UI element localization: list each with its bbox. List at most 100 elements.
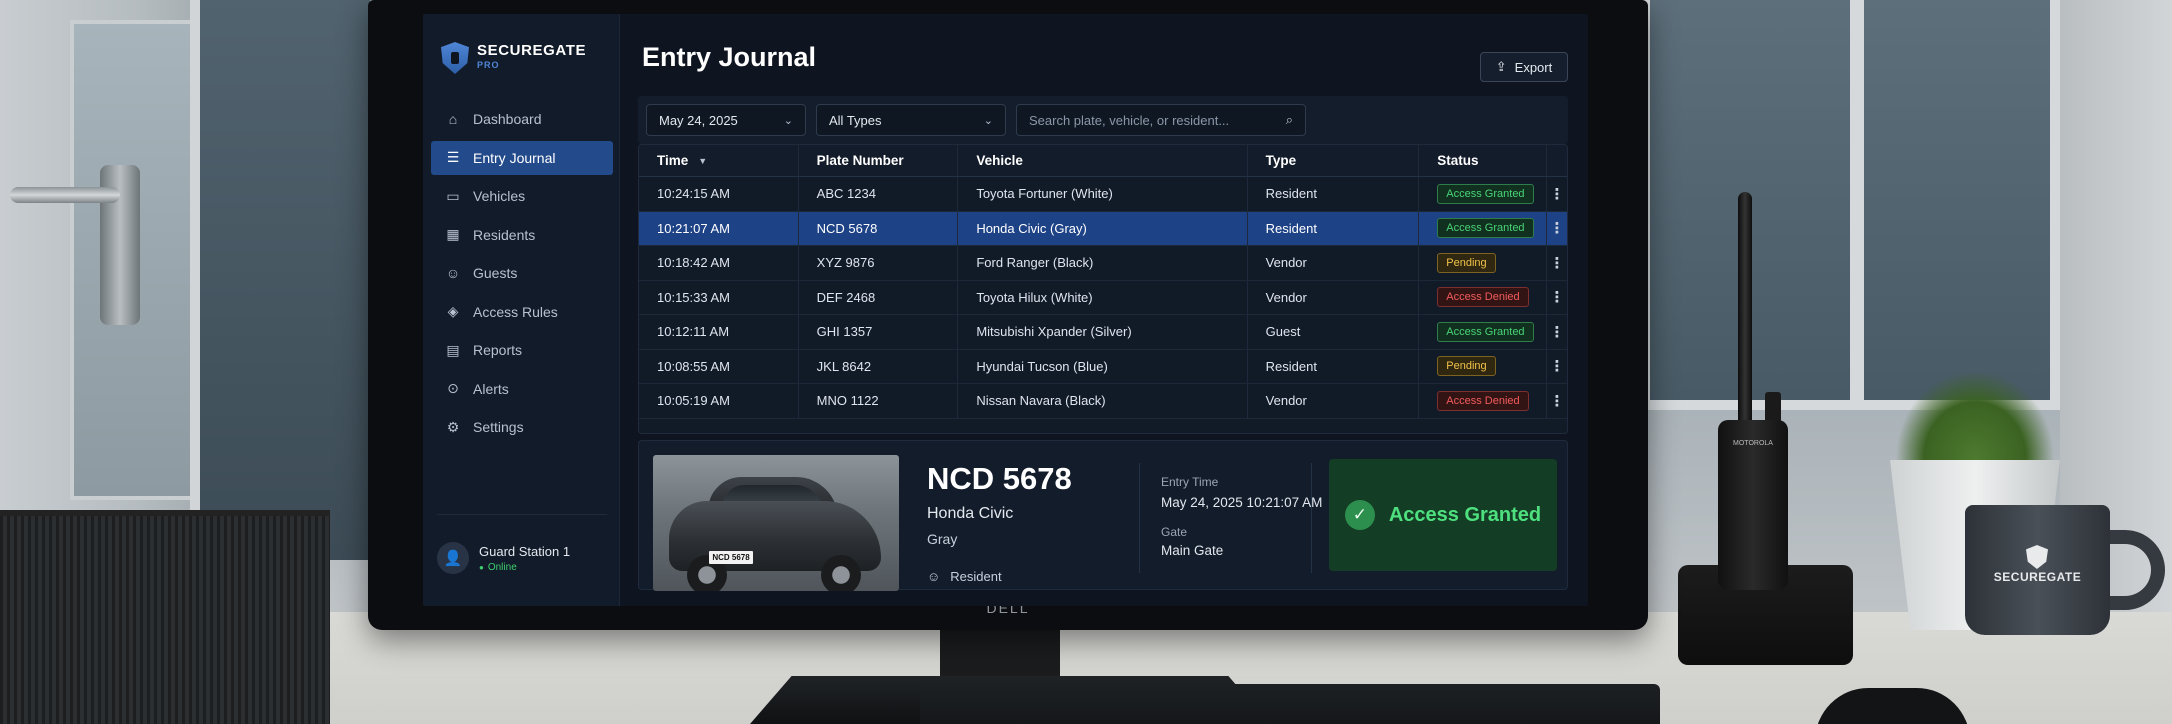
- table-row-selected[interactable]: 10:21:07 AM NCD 5678 Honda Civic (Gray) …: [639, 211, 1567, 246]
- entry-detail-panel: NCD 5678 NCD 5678 Honda Civic Gray ☺ Res…: [638, 440, 1568, 591]
- mesh-tray: [0, 510, 330, 724]
- header-time-label: Time: [657, 153, 689, 168]
- sidebar-item-access-rules[interactable]: ◈ Access Rules: [431, 295, 613, 329]
- door-handle: [10, 165, 140, 325]
- sidebar-item-alerts[interactable]: ⊙ Alerts: [431, 372, 613, 406]
- entry-time-label: Entry Time: [1161, 475, 1219, 489]
- reports-icon: ▤: [446, 341, 460, 358]
- cell-vehicle: Honda Civic (Gray): [958, 211, 1248, 245]
- header-plate[interactable]: Plate Number: [799, 145, 959, 176]
- residents-icon: ▦: [446, 226, 460, 242]
- detail-plate: NCD 5678: [927, 461, 1072, 496]
- sidebar-divider: [437, 514, 607, 515]
- row-menu[interactable]: ⋮: [1547, 315, 1567, 349]
- kebab-menu-icon: ⋮: [1549, 185, 1565, 203]
- header-type[interactable]: Type: [1248, 145, 1420, 176]
- header-vehicle[interactable]: Vehicle: [958, 145, 1248, 176]
- cell-vehicle: Nissan Navara (Black): [958, 384, 1248, 418]
- header-time[interactable]: Time ▼: [639, 145, 799, 176]
- table-row[interactable]: 10:24:15 AM ABC 1234 Toyota Fortuner (Wh…: [639, 177, 1567, 212]
- brand-subtitle: PRO: [477, 60, 500, 70]
- table-header: Time ▼ Plate Number Vehicle Type Status: [639, 145, 1567, 177]
- sidebar-nav: ⌂ Dashboard ☰ Entry Journal ▭ Vehicles ▦…: [431, 102, 613, 449]
- cell-time: 10:24:15 AM: [639, 177, 799, 211]
- row-menu[interactable]: ⋮: [1547, 177, 1567, 211]
- sidebar-item-settings[interactable]: ⚙ Settings: [431, 410, 613, 444]
- filter-bar: May 24, 2025 ⌄ All Types ⌄ Search plate,…: [638, 96, 1568, 144]
- table-row[interactable]: 10:08:55 AM JKL 8642 Hyundai Tucson (Blu…: [639, 349, 1567, 384]
- cell-type: Guest: [1248, 315, 1420, 349]
- office-scene: SECUREGATE MOTOROLA DELL SECUREGATE PRO: [0, 0, 2172, 724]
- sidebar-item-reports[interactable]: ▤ Reports: [431, 333, 613, 367]
- cell-type: Resident: [1248, 211, 1420, 245]
- gate-value: Main Gate: [1161, 543, 1224, 558]
- brand-title: SECUREGATE: [477, 42, 587, 59]
- status-badge: Pending: [1437, 252, 1496, 273]
- detail-type: ☺ Resident: [927, 569, 1002, 584]
- sidebar-item-dashboard[interactable]: ⌂ Dashboard: [431, 102, 613, 136]
- guests-icon: ☺: [445, 265, 461, 281]
- sidebar-item-label: Vehicles: [473, 188, 526, 204]
- cell-time: 10:21:07 AM: [639, 211, 799, 245]
- search-placeholder: Search plate, vehicle, or resident...: [1029, 112, 1230, 128]
- shield-icon: [441, 42, 469, 74]
- row-menu[interactable]: ⋮: [1547, 350, 1567, 384]
- header-menu: [1547, 145, 1567, 176]
- cell-plate: JKL 8642: [799, 349, 959, 383]
- type-filter[interactable]: All Types ⌄: [816, 104, 1006, 136]
- alert-icon: ⊙: [447, 380, 459, 396]
- cell-time: 10:08:55 AM: [639, 349, 799, 383]
- status-badge: Access Denied: [1437, 390, 1529, 411]
- window-right: [1640, 0, 2060, 410]
- table-row[interactable]: 10:12:11 AM GHI 1357 Mitsubishi Xpander …: [639, 315, 1567, 350]
- row-menu[interactable]: ⋮: [1547, 246, 1567, 280]
- guard-status: Online: [479, 562, 570, 573]
- sidebar-item-label: Dashboard: [473, 111, 542, 127]
- table-row[interactable]: 10:18:42 AM XYZ 9876 Ford Ranger (Black)…: [639, 246, 1567, 281]
- date-filter[interactable]: May 24, 2025 ⌄: [646, 104, 806, 136]
- cell-vehicle: Toyota Fortuner (White): [958, 177, 1248, 211]
- table-row[interactable]: 10:05:19 AM MNO 1122 Nissan Navara (Blac…: [639, 384, 1567, 419]
- table-row[interactable]: 10:15:33 AM DEF 2468 Toyota Hilux (White…: [639, 280, 1567, 315]
- detail-divider: [1311, 463, 1312, 573]
- main-content: Entry Journal ⇪ Export May 24, 2025 ⌄ Al…: [620, 14, 1588, 606]
- sidebar-item-entry-journal[interactable]: ☰ Entry Journal: [431, 140, 613, 175]
- journal-icon: ☰: [446, 149, 460, 165]
- guard-name: Guard Station 1: [479, 543, 571, 559]
- row-menu[interactable]: ⋮: [1547, 384, 1567, 418]
- sidebar-item-label: Guests: [473, 265, 518, 281]
- sidebar-item-label: Alerts: [473, 380, 509, 397]
- access-status-label: Access Granted: [1388, 503, 1542, 526]
- cell-plate: XYZ 9876: [799, 246, 959, 280]
- row-menu[interactable]: ⋮: [1547, 281, 1567, 315]
- brand-logo[interactable]: SECUREGATE PRO: [441, 42, 586, 74]
- kebab-menu-icon: ⋮: [1549, 254, 1565, 272]
- avatar: 👤: [437, 542, 469, 574]
- sidebar-item-guests[interactable]: ☺ Guests: [431, 256, 613, 290]
- header-status[interactable]: Status: [1419, 145, 1548, 176]
- cell-status: Access Granted: [1419, 315, 1548, 349]
- kebab-menu-icon: ⋮: [1549, 289, 1565, 307]
- cell-type: Vendor: [1248, 246, 1420, 280]
- export-label: Export: [1514, 59, 1553, 75]
- radio-antenna: [1738, 192, 1752, 427]
- vehicle-photo[interactable]: NCD 5678: [653, 455, 899, 591]
- row-menu[interactable]: ⋮: [1547, 212, 1567, 246]
- search-input[interactable]: Search plate, vehicle, or resident... ⌕: [1016, 104, 1306, 136]
- cell-time: 10:05:19 AM: [639, 384, 799, 418]
- guard-profile[interactable]: 👤 Guard Station 1 Online: [437, 542, 570, 574]
- status-badge: Access Granted: [1437, 183, 1534, 204]
- radio-label: MOTOROLA: [1733, 440, 1773, 447]
- detail-type-label: Resident: [950, 569, 1002, 584]
- sidebar-item-residents[interactable]: ▦ Residents: [431, 218, 613, 252]
- cell-type: Resident: [1248, 349, 1420, 383]
- export-button[interactable]: ⇪ Export: [1480, 52, 1568, 82]
- access-rules-icon: ◈: [447, 303, 459, 319]
- status-badge: Access Granted: [1437, 321, 1534, 342]
- car-plate: NCD 5678: [709, 551, 753, 564]
- access-status-panel: ✓ Access Granted: [1329, 459, 1557, 571]
- sidebar-item-label: Reports: [473, 342, 523, 358]
- sidebar-item-vehicles[interactable]: ▭ Vehicles: [431, 179, 613, 213]
- cell-plate: ABC 1234: [799, 177, 959, 211]
- search-icon: ⌕: [1285, 112, 1293, 127]
